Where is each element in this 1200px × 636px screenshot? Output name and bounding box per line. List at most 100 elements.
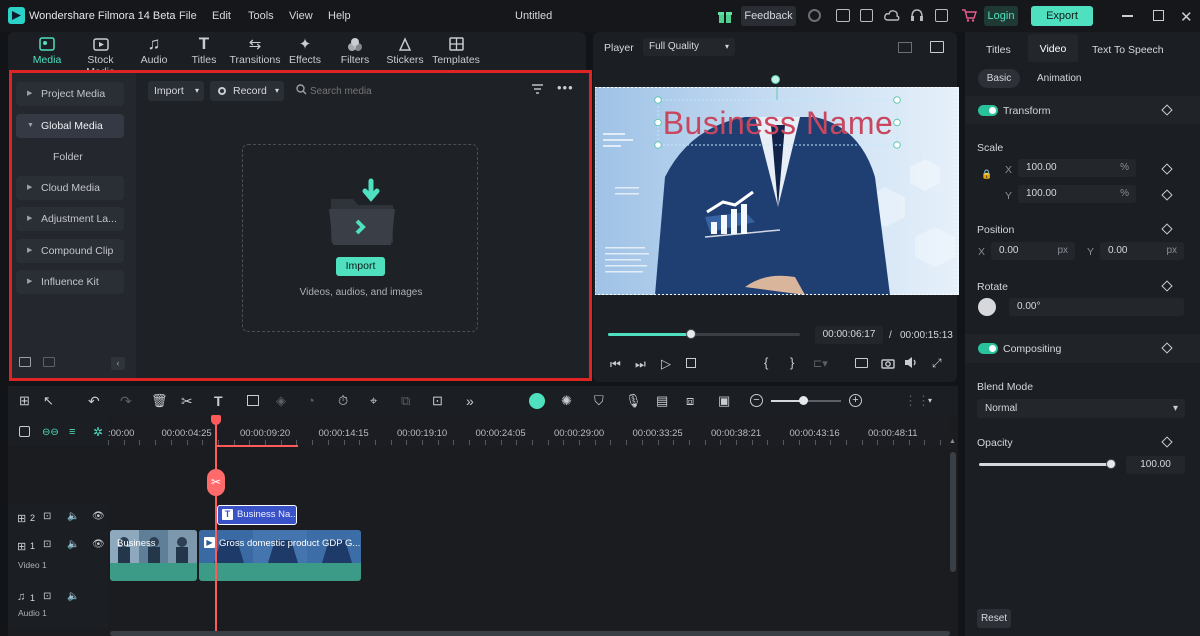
notifications-icon[interactable] [935, 9, 948, 22]
opacity-field[interactable]: 100.00 [1126, 456, 1185, 474]
menu-file[interactable]: File [179, 10, 197, 22]
feedback-button[interactable]: Feedback [741, 6, 796, 26]
sidebar-item-adjustment-layer[interactable]: ▶ Adjustment La... [16, 207, 124, 231]
keyframe-diamond-icon[interactable] [1161, 436, 1173, 448]
time-ruler[interactable]: :00:00 00:00:04:25 00:00:09:20 00:00:14:15 0… [108, 416, 950, 446]
cart-icon[interactable] [961, 8, 977, 22]
sidebar-item-compound-clip[interactable]: ▶ Compound Clip [16, 239, 124, 263]
menu-help[interactable]: Help [328, 10, 351, 22]
more-tools-icon[interactable]: » [466, 393, 474, 409]
rotate-dial[interactable] [978, 298, 996, 316]
position-x-field[interactable]: 0.00 px [991, 242, 1075, 260]
media-library-icon[interactable] [836, 9, 850, 22]
scissors-icon[interactable]: ✂ [181, 393, 193, 410]
auto-highlight-icon[interactable]: ✺ [561, 393, 572, 409]
keyframe-diamond-icon[interactable] [1161, 189, 1173, 201]
search-input[interactable] [310, 82, 510, 100]
new-folder-icon[interactable] [19, 357, 31, 367]
tab-stickers[interactable]: Stickers [377, 34, 433, 70]
transform-toggle[interactable] [978, 105, 998, 116]
eye-icon[interactable]: 👁 [92, 539, 105, 550]
eye-icon[interactable]: 👁 [92, 511, 105, 522]
login-button[interactable]: Login [984, 6, 1018, 26]
scale-y-field[interactable]: 100.00% [1018, 185, 1136, 203]
split-scissors-icon[interactable]: ✂ [207, 469, 225, 496]
tab-templates[interactable]: Templates [428, 34, 484, 70]
playhead-line[interactable] [215, 416, 217, 636]
magnet-snap-icon[interactable]: ✲ [93, 425, 103, 439]
tab-media[interactable]: Media [19, 34, 75, 70]
title-clip[interactable]: T Business Na... [217, 505, 297, 525]
color-palette-icon[interactable]: ◔ [307, 393, 315, 408]
opacity-slider[interactable] [979, 459, 1116, 469]
playhead-knob[interactable] [685, 329, 696, 339]
speaker-icon[interactable]: 🔈 [67, 511, 79, 522]
keyframe-tag-icon[interactable]: ⌖ [370, 393, 377, 409]
playhead-handle[interactable] [211, 415, 221, 425]
video-clip-a[interactable]: Business [110, 530, 197, 581]
opacity-slider-knob[interactable] [1106, 459, 1116, 469]
menu-edit[interactable]: Edit [212, 10, 231, 22]
sidebar-item-influence-kit[interactable]: ▶ Influence Kit [16, 270, 124, 294]
rotate-field[interactable]: 0.00° [1009, 298, 1184, 316]
redo-icon[interactable]: ↷ [120, 393, 132, 410]
export-clip-icon[interactable]: ⊡ [432, 393, 443, 409]
zoom-in-icon[interactable]: + [849, 394, 862, 407]
record-status-icon[interactable] [808, 9, 821, 22]
cloud-upload-icon[interactable] [884, 8, 900, 22]
delete-icon[interactable]: 🗑 [151, 393, 168, 409]
gift-icon[interactable] [717, 8, 733, 24]
compositing-toggle[interactable] [978, 343, 998, 354]
track-toggle-icon[interactable]: ≡ [69, 426, 75, 438]
grid-view-icon[interactable] [898, 42, 912, 53]
export-button[interactable]: Export [1031, 6, 1093, 26]
overlay-title[interactable]: Business Name [657, 105, 899, 142]
text-tool-icon[interactable]: T [214, 393, 223, 409]
audio-lock-icon[interactable]: ⊡ [43, 511, 51, 522]
rotate-handle-icon[interactable] [771, 75, 780, 84]
keyframe-diamond-icon[interactable] [1161, 223, 1173, 235]
link-ratio-icon[interactable]: 🔒 [981, 169, 992, 180]
tab-text-to-speech[interactable]: Text To Speech [1092, 44, 1164, 56]
more-options-icon[interactable]: ••• [557, 80, 574, 95]
restore-icon[interactable] [1153, 10, 1164, 21]
record-dropdown[interactable]: Record ▾ [210, 81, 284, 101]
sidebar-item-folder[interactable]: Folder [16, 145, 124, 169]
ai-assistant-icon[interactable] [529, 393, 545, 409]
replace-media-icon[interactable]: ⧈ [686, 393, 694, 409]
stop-icon[interactable] [686, 358, 696, 368]
speaker-icon[interactable]: 🔈 [67, 539, 79, 550]
tab-video[interactable]: Video [1028, 34, 1078, 62]
import-button[interactable]: Import [336, 257, 385, 276]
tab-titles[interactable]: Titles [986, 44, 1011, 56]
mark-in-icon[interactable]: { [764, 355, 768, 370]
keyframe-diamond-icon[interactable] [1161, 280, 1173, 292]
tab-audio[interactable]: ♫ Audio [126, 34, 182, 70]
import-dropdown[interactable]: Import ▾ [148, 81, 204, 101]
snapshot-frame-icon[interactable]: ▣ [718, 393, 730, 409]
video-preview[interactable]: Business Name [595, 87, 959, 295]
sidebar-item-global-media[interactable]: ▼ Global Media [16, 114, 124, 138]
timeline-grid-icon[interactable]: ⋮⋮ [904, 393, 930, 409]
insert-icon[interactable]: ⊏▾ [813, 357, 828, 370]
subtab-animation[interactable]: Animation [1037, 73, 1081, 84]
speaker-icon[interactable]: 🔈 [67, 591, 79, 602]
reset-button[interactable]: Reset [977, 609, 1011, 628]
fullscreen-icon[interactable]: ⤢ [932, 356, 942, 371]
filter-sort-icon[interactable] [531, 83, 545, 96]
snapshot-image-icon[interactable] [930, 41, 944, 53]
subtitle-icon[interactable]: ▤ [656, 393, 668, 409]
camera-snapshot-icon[interactable] [881, 357, 895, 369]
playback-track[interactable] [608, 329, 800, 339]
add-track-icon[interactable] [19, 426, 30, 437]
menu-view[interactable]: View [289, 10, 313, 22]
microphone-icon[interactable]: 🎙 [625, 393, 642, 409]
tab-stock-media[interactable]: Stock Media [72, 34, 129, 78]
play-icon[interactable]: ▷ [661, 356, 671, 372]
select-tool-icon[interactable]: ↖ [43, 393, 54, 409]
import-drop-zone[interactable]: Import Videos, audios, and images [242, 144, 478, 332]
chevron-down-icon[interactable]: ▾ [928, 396, 932, 405]
quality-dropdown[interactable]: Full Quality ▾ [643, 38, 735, 56]
collapse-sidebar-icon[interactable]: ‹ [111, 357, 125, 370]
tab-transitions[interactable]: ⇆ Transitions [227, 34, 283, 70]
